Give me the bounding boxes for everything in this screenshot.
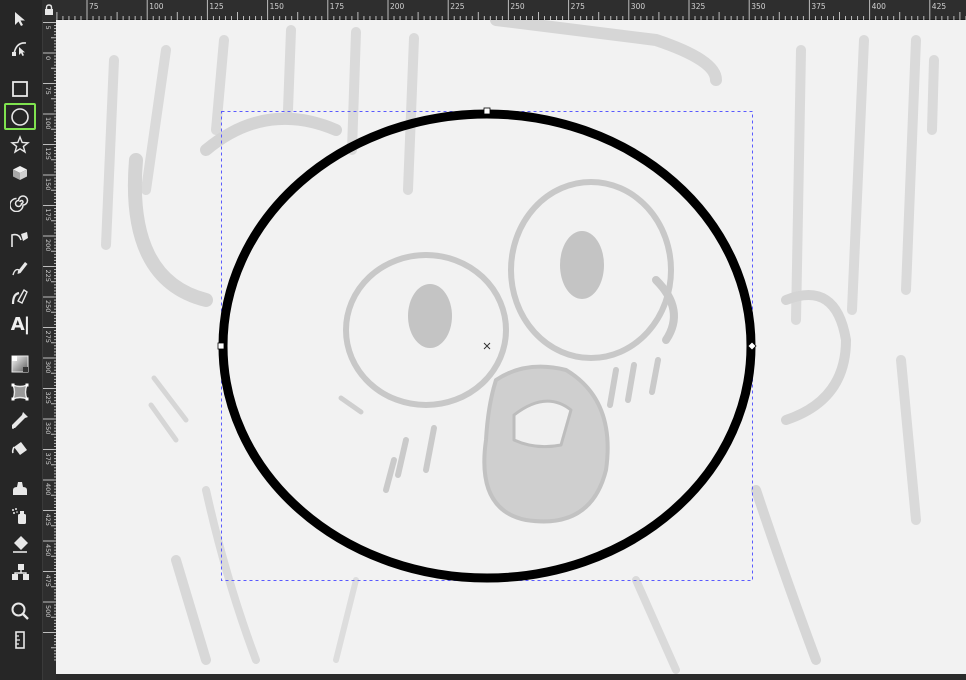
eraser-icon: [13, 535, 28, 553]
vertical-ruler[interactable]: 0507510012515017520022525027530032535037…: [42, 20, 57, 680]
ruler-label: 300: [44, 361, 52, 373]
ruler-label: 225: [44, 270, 52, 282]
tool-spray[interactable]: [4, 502, 36, 529]
tool-gradient[interactable]: [4, 350, 36, 377]
ellipse-icon: [11, 107, 29, 126]
mesh-icon: [11, 383, 29, 400]
tool-pencil[interactable]: [4, 254, 36, 281]
tool-measure[interactable]: [4, 626, 36, 653]
ruler-label: 0: [44, 56, 52, 60]
ruler-label: 250: [510, 2, 525, 11]
ruler-label: 375: [44, 453, 52, 465]
ruler-label: 75: [44, 87, 52, 95]
paint-bucket-icon: [11, 441, 27, 455]
arrow-pointer-icon: [15, 11, 25, 26]
tool-calligraphy[interactable]: [4, 283, 36, 310]
tool-selector[interactable]: [4, 5, 36, 32]
ruler-label: 225: [450, 2, 465, 11]
connector-icon: [12, 563, 29, 580]
tool-rectangle[interactable]: [4, 75, 36, 102]
ruler-label: 200: [44, 239, 52, 251]
ruler-label: 125: [209, 2, 224, 11]
tool-paintbucket[interactable]: [4, 435, 36, 462]
ruler-label: 150: [44, 178, 52, 190]
bezier-pen-icon: [11, 231, 28, 247]
ruler-label: 200: [390, 2, 405, 11]
tool-dropper[interactable]: [4, 406, 36, 433]
ruler-label: 325: [691, 2, 706, 11]
ruler-label: 425: [932, 2, 947, 11]
node-editor-icon: [12, 41, 27, 56]
tool-ellipse[interactable]: [4, 103, 36, 130]
rectangle-icon: [12, 80, 28, 97]
toolbox: A|: [0, 0, 42, 680]
ruler-label: 275: [571, 2, 586, 11]
ruler-label: 100: [149, 2, 164, 11]
ruler-label: 450: [44, 544, 52, 556]
ruler-lock-corner[interactable]: [42, 0, 56, 20]
ruler-label: 125: [44, 148, 52, 160]
spray-icon: [12, 507, 26, 524]
tweak-icon: [13, 481, 27, 495]
tool-tweak[interactable]: [4, 474, 36, 501]
ruler-label: 175: [330, 2, 345, 11]
ruler-label: 425: [44, 514, 52, 526]
ruler-label: 250: [44, 300, 52, 312]
ruler-label: 275: [44, 331, 52, 343]
ruler-label: 75: [89, 2, 99, 11]
ruler-label: 475: [44, 575, 52, 587]
ruler-label: 375: [811, 2, 826, 11]
ruler-label: 350: [751, 2, 766, 11]
ruler-label: 100: [44, 117, 52, 129]
eyedropper-icon: [12, 411, 28, 429]
gradient-icon: [11, 355, 29, 372]
ruler-label: 500: [44, 605, 52, 617]
ruler-label: 325: [44, 392, 52, 404]
tool-spiral[interactable]: [4, 188, 36, 215]
text-tool-icon: A|: [10, 314, 30, 335]
ruler-label: 150: [270, 2, 285, 11]
star-icon: [10, 134, 30, 154]
tool-connector[interactable]: [4, 558, 36, 585]
cube-icon: [13, 165, 27, 180]
tool-eraser[interactable]: [4, 530, 36, 557]
spiral-icon: [10, 194, 29, 212]
ruler-label: 175: [44, 209, 52, 221]
vertical-ruler-ticks: 0507510012515017520022525027530032535037…: [43, 22, 57, 661]
center-marker: [483, 342, 491, 350]
ruler-label: 5: [44, 26, 52, 30]
tool-bezier[interactable]: [4, 226, 36, 253]
pencil-icon: [12, 261, 28, 275]
ellipse-left-handle[interactable]: [217, 342, 225, 350]
lock-icon: [45, 4, 53, 15]
canvas-drawing: [101, 20, 939, 674]
calligraphy-pen-icon: [11, 288, 28, 304]
tool-zoom[interactable]: [4, 597, 36, 624]
tool-text[interactable]: A|: [4, 311, 36, 338]
canvas-bottom-edge: [56, 674, 966, 680]
horizontal-ruler-ticks: 75 100 125 150 175 200 225 250 275 300 325 350 375 40…: [56, 0, 966, 20]
inkscape-window: A| 75 100 125 150 175 200 225 250 275 30…: [0, 0, 966, 680]
drawing-canvas[interactable]: [56, 20, 966, 674]
ruler-label: 400: [872, 2, 887, 11]
horizontal-ruler[interactable]: 75 100 125 150 175 200 225 250 275 300 325 350 375 40…: [56, 0, 966, 20]
tool-mesh[interactable]: [4, 378, 36, 405]
ruler-label: 300: [631, 2, 646, 11]
tool-star[interactable]: [4, 131, 36, 158]
ruler-label: 400: [44, 483, 52, 495]
zoom-icon: [11, 602, 29, 620]
tool-node[interactable]: [4, 34, 36, 61]
ellipse-top-handle[interactable]: [483, 107, 491, 115]
tool-3dbox[interactable]: [4, 159, 36, 186]
measure-icon: [15, 630, 25, 649]
ruler-label: 350: [44, 422, 52, 434]
